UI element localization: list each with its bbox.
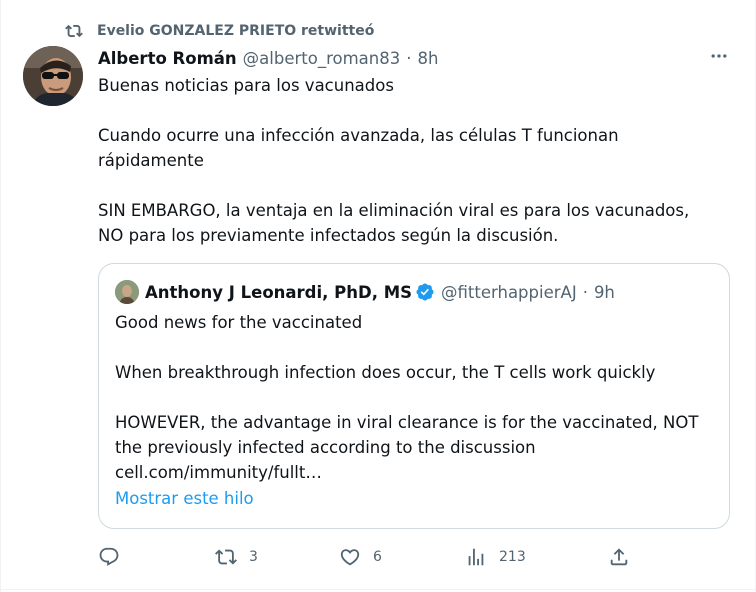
reply-button[interactable] xyxy=(98,544,132,570)
share-icon xyxy=(608,546,630,568)
author-handle[interactable]: @alberto_roman83 xyxy=(243,49,401,68)
quoted-tweet[interactable]: Anthony J Leonardi, PhD, MS @fitterhappi… xyxy=(98,263,730,529)
avatar[interactable] xyxy=(23,46,83,106)
heart-icon xyxy=(339,546,361,568)
quoted-display-name[interactable]: Anthony J Leonardi, PhD, MS xyxy=(145,283,412,302)
views-count: 213 xyxy=(499,549,526,565)
more-options-button[interactable] xyxy=(707,48,731,68)
quoted-paragraph: HOWEVER, the advantage in viral clearanc… xyxy=(115,413,699,482)
author-display-name[interactable]: Alberto Román xyxy=(98,49,237,68)
author-line: Alberto Román @alberto_roman83 · 8h xyxy=(98,46,438,70)
quoted-timestamp[interactable]: 9h xyxy=(594,283,615,302)
separator-dot: · xyxy=(406,48,412,68)
action-bar: 3 6 213 xyxy=(98,544,638,570)
retweet-text[interactable]: Evelio GONZALEZ PRIETO retwitteó xyxy=(97,23,374,39)
quoted-avatar[interactable] xyxy=(115,280,139,304)
retweet-icon xyxy=(65,22,83,40)
tweet-text: Buenas noticias para los vacunados Cuand… xyxy=(98,73,728,248)
views-button[interactable]: 213 xyxy=(465,544,526,570)
quoted-handle[interactable]: @fitterhappierAJ xyxy=(441,283,577,302)
retweet-count: 3 xyxy=(249,549,258,565)
quoted-paragraph: When breakthrough infection does occur, … xyxy=(115,363,656,382)
quoted-paragraph: Good news for the vaccinated xyxy=(115,313,363,332)
quoted-text: Good news for the vaccinated When breakt… xyxy=(115,310,715,485)
tweet-paragraph: Cuando ocurre una infección avanzada, la… xyxy=(98,126,619,170)
show-thread-link[interactable]: Mostrar este hilo xyxy=(115,489,254,508)
quoted-author-line: Anthony J Leonardi, PhD, MS @fitterhappi… xyxy=(115,280,615,304)
views-icon xyxy=(465,546,487,568)
reply-icon xyxy=(98,546,120,568)
share-button[interactable] xyxy=(608,544,642,570)
tweet-paragraph: Buenas noticias para los vacunados xyxy=(98,76,394,95)
tweet-paragraph: SIN EMBARGO, la ventaja en la eliminació… xyxy=(98,201,690,245)
tweet[interactable]: Evelio GONZALEZ PRIETO retwitteó Alberto… xyxy=(0,0,756,592)
retweet-header: Evelio GONZALEZ PRIETO retwitteó xyxy=(65,20,374,42)
like-button[interactable]: 6 xyxy=(339,544,382,570)
tweet-timestamp[interactable]: 8h xyxy=(417,49,438,68)
more-icon xyxy=(709,46,729,70)
separator-dot: · xyxy=(582,282,588,302)
retweet-icon xyxy=(215,546,237,568)
retweet-button[interactable]: 3 xyxy=(215,544,258,570)
verified-badge-icon xyxy=(415,282,435,302)
like-count: 6 xyxy=(373,549,382,565)
